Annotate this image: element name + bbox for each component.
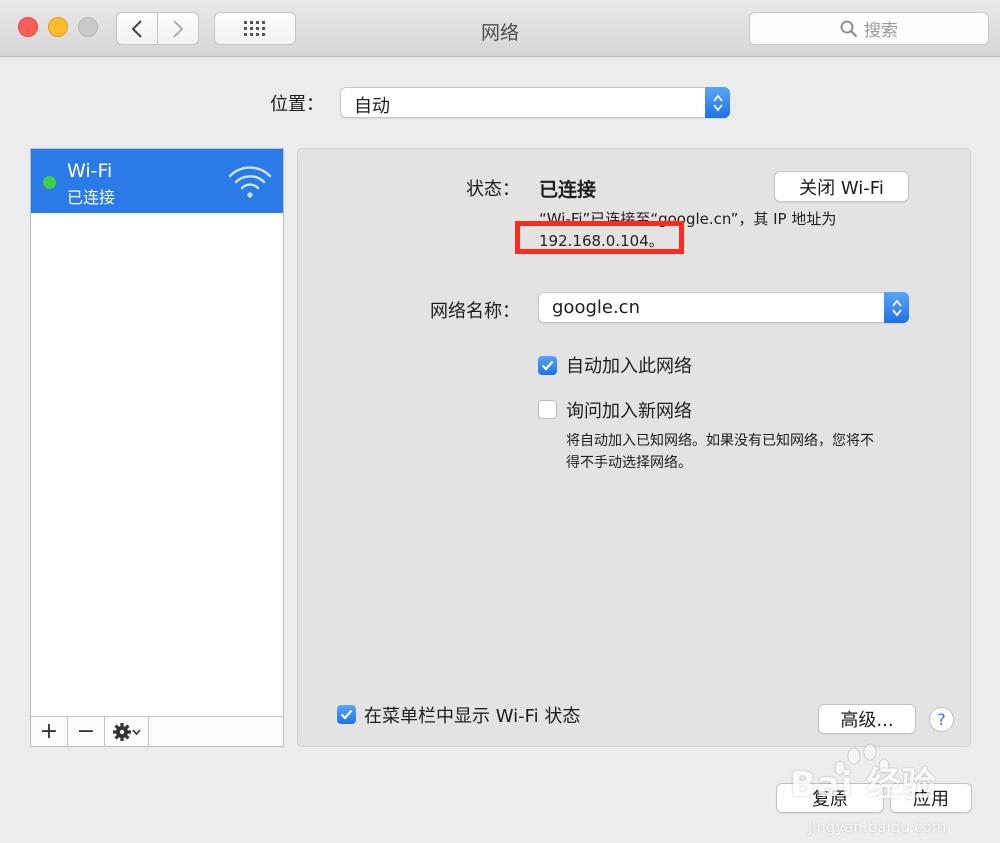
ask-join-description-line: 将自动加入已知网络。如果没有已知网络，您将不 <box>566 433 874 449</box>
ask-join-description: 将自动加入已知网络。如果没有已知网络，您将不 得不手动选择网络。 <box>566 430 916 474</box>
show-in-menubar-label[interactable]: 在菜单栏中显示 Wi-Fi 状态 <box>364 702 580 728</box>
location-value: 自动 <box>354 96 390 117</box>
network-name-label: 网络名称： <box>430 301 520 322</box>
service-list: Wi-Fi 已连接 + − <box>30 148 284 747</box>
search-icon <box>840 20 858 37</box>
ask-join-label[interactable]: 询问加入新网络 <box>566 397 692 423</box>
auto-join-checkbox[interactable] <box>538 356 557 375</box>
watermark-text: Bai 经验 <box>790 765 937 805</box>
watermark-subtext: jingyan.baidu.com <box>808 818 947 836</box>
location-popup[interactable]: 自动 <box>340 87 730 118</box>
location-label: 位置： <box>270 94 324 115</box>
action-menu-button[interactable] <box>105 717 149 746</box>
service-item-wifi[interactable]: Wi-Fi 已连接 <box>31 149 283 213</box>
service-name: Wi-Fi <box>67 160 113 182</box>
gear-icon <box>112 722 141 741</box>
auto-join-label[interactable]: 自动加入此网络 <box>566 352 692 378</box>
remove-service-button[interactable]: − <box>68 717 105 746</box>
search-field[interactable]: 搜索 <box>749 12 989 45</box>
popup-stepper-icon <box>884 292 909 323</box>
show-in-menubar-checkbox[interactable] <box>337 705 356 724</box>
advanced-button[interactable]: 高级... <box>818 704 916 734</box>
checkmark-icon <box>340 709 353 720</box>
wifi-icon <box>228 166 272 198</box>
ask-join-checkbox[interactable] <box>538 400 557 419</box>
title-bar: 网络 搜索 <box>0 0 1000 57</box>
sidebar-toolbar: + − <box>31 716 283 746</box>
network-name-popup[interactable]: google.cn <box>538 292 909 323</box>
status-value: 已连接 <box>539 179 597 201</box>
search-placeholder: 搜索 <box>864 21 898 41</box>
service-status: 已连接 <box>67 188 116 207</box>
ask-join-description-line: 得不手动选择网络。 <box>566 455 692 471</box>
connected-status-dot <box>43 176 56 189</box>
popup-stepper-icon <box>705 87 730 118</box>
checkmark-icon <box>541 360 554 371</box>
turn-wifi-off-button[interactable]: 关闭 Wi-Fi <box>774 171 909 202</box>
add-service-button[interactable]: + <box>31 717 68 746</box>
status-label: 状态： <box>466 179 520 200</box>
ip-highlight-box <box>515 221 684 254</box>
network-name-value: google.cn <box>552 297 640 318</box>
help-button[interactable]: ? <box>929 707 954 732</box>
